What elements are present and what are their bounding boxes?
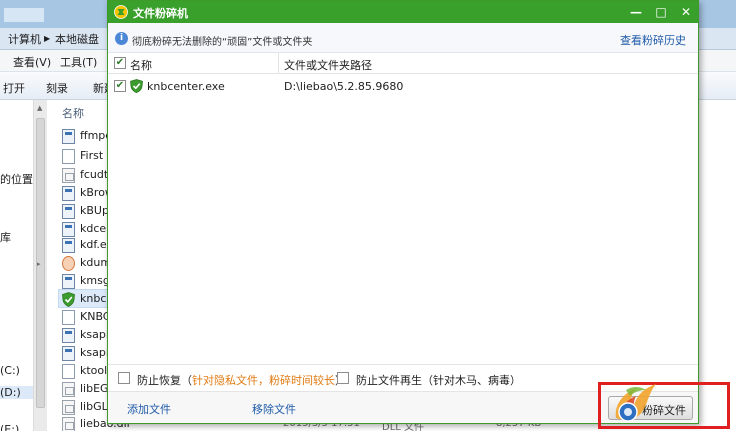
scroll-up-icon[interactable]: ▲ [37, 104, 42, 112]
nav-drive-c[interactable]: (C:) [0, 364, 20, 377]
column-header-name[interactable]: 名称 [130, 57, 152, 73]
nav-drive-e[interactable]: (E:) [0, 423, 19, 431]
breadcrumb-local-disk[interactable]: 本地磁盘 [55, 31, 99, 47]
select-all-checkbox[interactable]: ✔ [114, 57, 126, 69]
nav-scrollbar[interactable]: ▲ ▸ [33, 100, 47, 431]
info-icon: i [115, 32, 128, 45]
table-row[interactable]: ✔ knbcenter.exe D:\liebao\5.2.85.9680 [108, 75, 698, 97]
file-name: ktoolı [80, 364, 111, 377]
row-checkbox[interactable]: ✔ [114, 80, 126, 92]
paren-open: （ [422, 374, 433, 387]
dll-icon [62, 382, 75, 397]
breadcrumb-computer[interactable]: 计算机 [8, 31, 41, 47]
remove-file-link[interactable]: 移除文件 [252, 401, 296, 417]
prevent-regen-checkbox[interactable] [337, 372, 349, 384]
list-header: ✔ 名称 文件或文件夹路径 [108, 53, 698, 74]
prevent-recovery-label[interactable]: 防止恢复（针对隐私文件，粉碎时间较长） [137, 372, 346, 388]
file-name: KNBC [80, 310, 111, 323]
maximize-button[interactable]: □ [649, 1, 673, 23]
nav-recent-places[interactable]: 的位置 [0, 171, 33, 187]
prevent-recovery-hint: 针对隐私文件，粉碎时间较长 [192, 374, 335, 387]
watermark-logo-icon [615, 384, 656, 422]
file-name: kBUp [80, 204, 109, 217]
prevent-regen-text: 防止文件再生 [356, 374, 422, 387]
explorer-title-blur [4, 8, 44, 22]
prevent-recovery-checkbox[interactable] [118, 372, 130, 384]
info-text: 彻底粉碎无法删除的“顽固”文件或文件夹 [132, 37, 313, 48]
exe-icon [62, 328, 75, 343]
toolbar-burn[interactable]: 刻录 [46, 80, 68, 96]
file-icon [62, 310, 75, 325]
view-history-link[interactable]: 查看粉碎历史 [620, 32, 686, 48]
info-bar: i 彻底粉碎无法删除的“顽固”文件或文件夹 查看粉碎历史 [108, 23, 698, 53]
file-name: kmsg [80, 274, 110, 287]
nav-library[interactable]: 库 [0, 229, 11, 245]
round-icon [62, 256, 75, 271]
exe-icon [62, 222, 75, 237]
breadcrumb-arrow-icon: ▶ [44, 34, 51, 43]
paren-open: （ [181, 374, 192, 387]
exe-icon [62, 274, 75, 289]
minimize-button[interactable]: — [624, 1, 648, 23]
menu-view[interactable]: 查看(V) [13, 54, 51, 70]
exe-icon [62, 346, 75, 361]
column-divider[interactable] [278, 53, 279, 74]
paren-close: ） [510, 374, 521, 387]
exe-icon [62, 238, 75, 253]
column-header-name[interactable]: 名称 [62, 105, 84, 121]
exe-icon [62, 204, 75, 219]
toolbar-open[interactable]: 打开 [3, 80, 25, 96]
add-file-link[interactable]: 添加文件 [127, 401, 171, 417]
file-shredder-dialog: 文件粉碎机 — □ ✕ i 彻底粉碎无法删除的“顽固”文件或文件夹 查看粉碎历史… [107, 0, 699, 424]
exe-icon [62, 129, 75, 144]
scroll-mid-icon: ▸ [37, 260, 41, 268]
menu-tools[interactable]: 工具(T) [60, 54, 97, 70]
file-icon [62, 149, 75, 164]
dll-icon [62, 417, 75, 431]
exe-icon [62, 186, 75, 201]
close-button[interactable]: ✕ [674, 1, 698, 23]
dialog-title: 文件粉碎机 [133, 7, 188, 20]
nav-drive-d[interactable]: (D:) [0, 386, 33, 399]
prevent-regen-hint: 针对木马、病毒 [433, 374, 510, 387]
dll-icon [62, 400, 75, 415]
shield-icon [130, 79, 143, 93]
dll-icon [62, 168, 75, 183]
prevent-regen-label[interactable]: 防止文件再生（针对木马、病毒） [356, 372, 521, 388]
shield-icon [62, 292, 75, 307]
row-file-name: knbcenter.exe [147, 80, 225, 93]
prevent-recovery-text: 防止恢复 [137, 374, 181, 387]
shredder-logo-icon [114, 5, 128, 19]
dialog-titlebar[interactable]: 文件粉碎机 — □ ✕ [108, 1, 698, 23]
row-file-path: D:\liebao\5.2.85.9680 [284, 80, 404, 93]
file-icon [62, 364, 75, 379]
column-header-path[interactable]: 文件或文件夹路径 [284, 57, 372, 73]
